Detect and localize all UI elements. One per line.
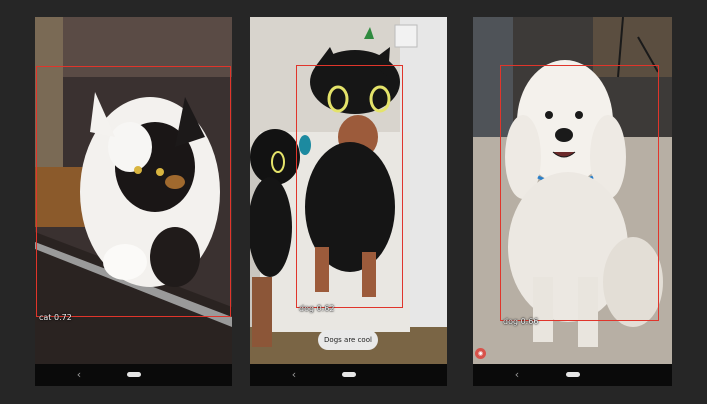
- detection-box: cat 0.72: [36, 66, 231, 322]
- detection-box: dog 0.66: [500, 65, 659, 326]
- phone-screen-white-dog: dog 0.66 ◉ ‹: [473, 17, 672, 386]
- system-nav-bar: ‹: [473, 364, 672, 386]
- detection-label: dog 0.66: [503, 317, 539, 326]
- system-nav-bar: ‹: [250, 364, 447, 386]
- back-icon[interactable]: ‹: [288, 368, 300, 382]
- phone-screen-cat: cat 0.72 ‹: [35, 17, 232, 386]
- home-pill-icon[interactable]: [341, 372, 356, 377]
- detection-box: dog 0.62: [296, 65, 403, 313]
- back-icon[interactable]: ‹: [511, 368, 523, 382]
- system-nav-bar: ‹: [35, 364, 232, 386]
- toast-message: Dogs are cool: [318, 330, 378, 350]
- detection-label: cat 0.72: [39, 313, 72, 322]
- home-pill-icon[interactable]: [565, 372, 580, 377]
- app-badge-icon[interactable]: ◉: [475, 348, 486, 359]
- phone-screen-dogs-costume: dog 0.62 Dogs are cool ‹: [250, 17, 447, 386]
- detection-label: dog 0.62: [299, 304, 335, 313]
- home-pill-icon[interactable]: [126, 372, 141, 377]
- back-icon[interactable]: ‹: [73, 368, 85, 382]
